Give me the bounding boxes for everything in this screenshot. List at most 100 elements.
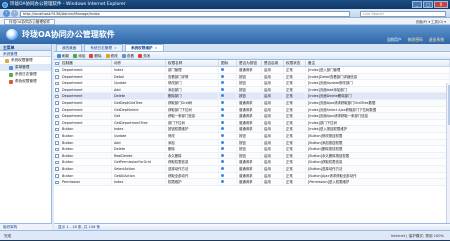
table-cell: 正常 [284,107,306,113]
close-button[interactable]: 关闭 [138,53,150,59]
maximize-button[interactable]: □ [423,1,433,8]
column-header[interactable]: 权限名称 [166,60,219,66]
table-cell: Get [112,113,166,119]
table-row[interactable]: ButtonRealDelete永久删除按钮启用正常[Button]永久删除按钮… [54,153,450,160]
browser-tab[interactable]: 玲珑OA协同办公管理软件 [4,19,55,25]
table-row[interactable]: ButtonSelectAction选择动作方法普通请求启用正常[Button]… [54,166,450,173]
table-cell [219,87,237,93]
table-cell: 按钮权限维护 [166,126,219,132]
table-row[interactable]: DepartmentAdd添加部门按钮启用正常[Index]页面Add添加部门 [54,87,450,94]
close-tab-icon[interactable]: × [114,46,117,50]
table-cell: Department [60,93,112,99]
tab-permission[interactable]: 系统权限维护× [125,44,164,51]
table-row[interactable]: ButtonGetAllAction获取全部动作普通请求启用正常[Button]… [54,173,450,180]
tab-desktop[interactable]: 我的桌面 [56,44,82,51]
change-password-link[interactable]: 修改密码 [408,37,423,42]
table-cell: 按钮 [237,74,262,80]
table-cell: 启用 [262,67,284,73]
table-row[interactable]: ButtonUpdate修改按钮启用正常[Button]修改按钮权限 [54,133,450,140]
permission-icon [221,154,224,157]
table-row[interactable]: DepartmentGetDeptGridTree获取部门Grid树普通请求启用… [54,100,450,107]
browser-tools[interactable]: 页面(P) ▾ 工具(O) ▾ [416,19,446,25]
column-header[interactable]: 控制器 [60,60,112,66]
permission-icon [221,121,224,124]
table-row[interactable]: ButtonGetPermissionForGrid获取权限信息普通请求启用正常… [54,159,450,166]
sidebar-item-permissions[interactable]: 系统权限管理 [0,57,51,64]
table-row[interactable]: DepartmentGetDeptSelect获取部门下拉树普通请求启用正常[I… [54,107,450,114]
permission-icon [221,134,224,137]
table-cell [219,120,237,126]
status-text: 完成 [4,234,11,238]
close-tab-icon[interactable]: × [155,46,158,50]
sidebar-item-menu[interactable]: 菜单管理 [0,64,51,71]
column-header[interactable]: 权限状态 [284,60,306,66]
table-cell: [Index]页面Select Ajax获取部门下拉树数据 [306,107,450,113]
table-cell: 启用 [262,166,284,172]
add-button[interactable]: 添加 [73,53,85,59]
table-cell: Index [112,126,166,132]
table-row[interactable]: ButtonAdd添加按钮启用正常[Button]添加按钮权限 [54,140,450,147]
permission-icon [221,94,224,97]
table-cell: 按钮 [237,80,262,86]
logout-link[interactable]: 退出系统 [429,37,444,42]
folder-icon [5,59,9,63]
table-cell: 普通请求 [237,126,262,132]
grid-scrollbar[interactable] [446,83,450,238]
sidebar-header: 主菜单 [0,44,51,51]
table-row[interactable]: DepartmentDetail查看部门详情按钮启用正常[Index]Detai… [54,74,450,81]
table-cell: 按钮 [237,93,262,99]
column-header[interactable]: 图标 [219,60,237,66]
table-cell: 启用 [262,173,284,179]
table-cell: Button [60,173,112,179]
permission-icon [221,127,224,130]
sidebar-item-log[interactable]: 系统日志管理 [0,71,51,78]
permission-icon [221,114,224,117]
table-cell: Button [60,146,112,152]
edit-button[interactable]: 修改 [106,53,118,59]
browser-search-input[interactable]: Live Search [360,11,446,17]
table-cell: GetDepartmentTree [112,120,166,126]
table-cell: 正常 [284,153,306,159]
table-cell: 按钮 [237,146,262,152]
minimize-button[interactable]: _ [412,1,422,8]
view-button[interactable]: 查看 [122,53,134,59]
sidebar-item-roles[interactable]: 角色权限管理 [0,78,51,85]
table-row[interactable]: DepartmentUpdate修改部门按钮启用正常[Index]页面Updat… [54,80,450,87]
back-icon[interactable]: ‹ [3,10,10,17]
url-input[interactable]: http://localhost:9136/Admin/Manage/Index [20,11,350,17]
table-cell [219,93,237,99]
table-cell: 正常 [284,80,306,86]
close-window-button[interactable]: X [434,1,448,8]
sidebar-footer[interactable]: 组织架构 [0,223,52,230]
column-header[interactable]: 是否为按钮 [237,60,262,66]
favorites-bar: 玲珑OA协同办公管理软件 页面(P) ▾ 工具(O) ▾ [0,18,450,25]
table-cell: [Index]页面Ajax请求获取一条部门信息 [306,113,450,119]
tab-label: 系统日志管理 [90,46,112,50]
column-header[interactable]: 备注 [306,60,450,66]
grid-toolbar: 刷新 添加 删除 修改 查看 关闭 [54,52,450,60]
column-header[interactable]: 动作 [112,60,166,66]
permission-icon [221,180,224,183]
table-row[interactable]: ButtonDelete删除按钮启用正常[Button]删除按钮权限 [54,146,450,153]
table-row[interactable]: DepartmentGet获取一条部门信息普通请求启用正常[Index]页面Aj… [54,113,450,120]
table-cell: 启用 [262,107,284,113]
table-cell: 启用 [262,146,284,152]
table-row[interactable]: ButtonIndex按钮权限维护普通请求启用正常[Index]进入按钮权限维护 [54,126,450,133]
delete-button[interactable]: 删除 [89,53,101,59]
refresh-button[interactable]: 刷新 [57,53,69,59]
table-cell: 正常 [284,179,306,185]
table-cell: 启用 [262,87,284,93]
table-row[interactable]: DepartmentDelete删除部门按钮启用正常[Index]页面Delet… [54,93,450,100]
forward-icon[interactable]: › [11,10,18,17]
table-row[interactable]: PermissionIndex权限维护普通请求启用正常[Permission]进… [54,179,450,186]
table-cell: GetDeptGridTree [112,100,166,106]
table-cell: 删除 [166,146,219,152]
table-row[interactable]: DepartmentIndex部门管理普通请求启用正常[Index]进入部门管理 [54,67,450,74]
app-header: 玲珑OA协同办公管理软件 当前用户 修改密码 退出系统 [0,25,450,44]
table-cell: [Button]修改按钮权限 [306,133,450,139]
table-row[interactable]: DepartmentGetDepartmentTree部门下拉树普通请求启用正常… [54,120,450,127]
grid-body: DepartmentIndex部门管理普通请求启用正常[Index]进入部门管理… [54,67,450,186]
column-header[interactable]: 是否启用 [262,60,284,66]
table-cell [219,107,237,113]
tab-system-log[interactable]: 系统日志管理× [84,44,123,51]
